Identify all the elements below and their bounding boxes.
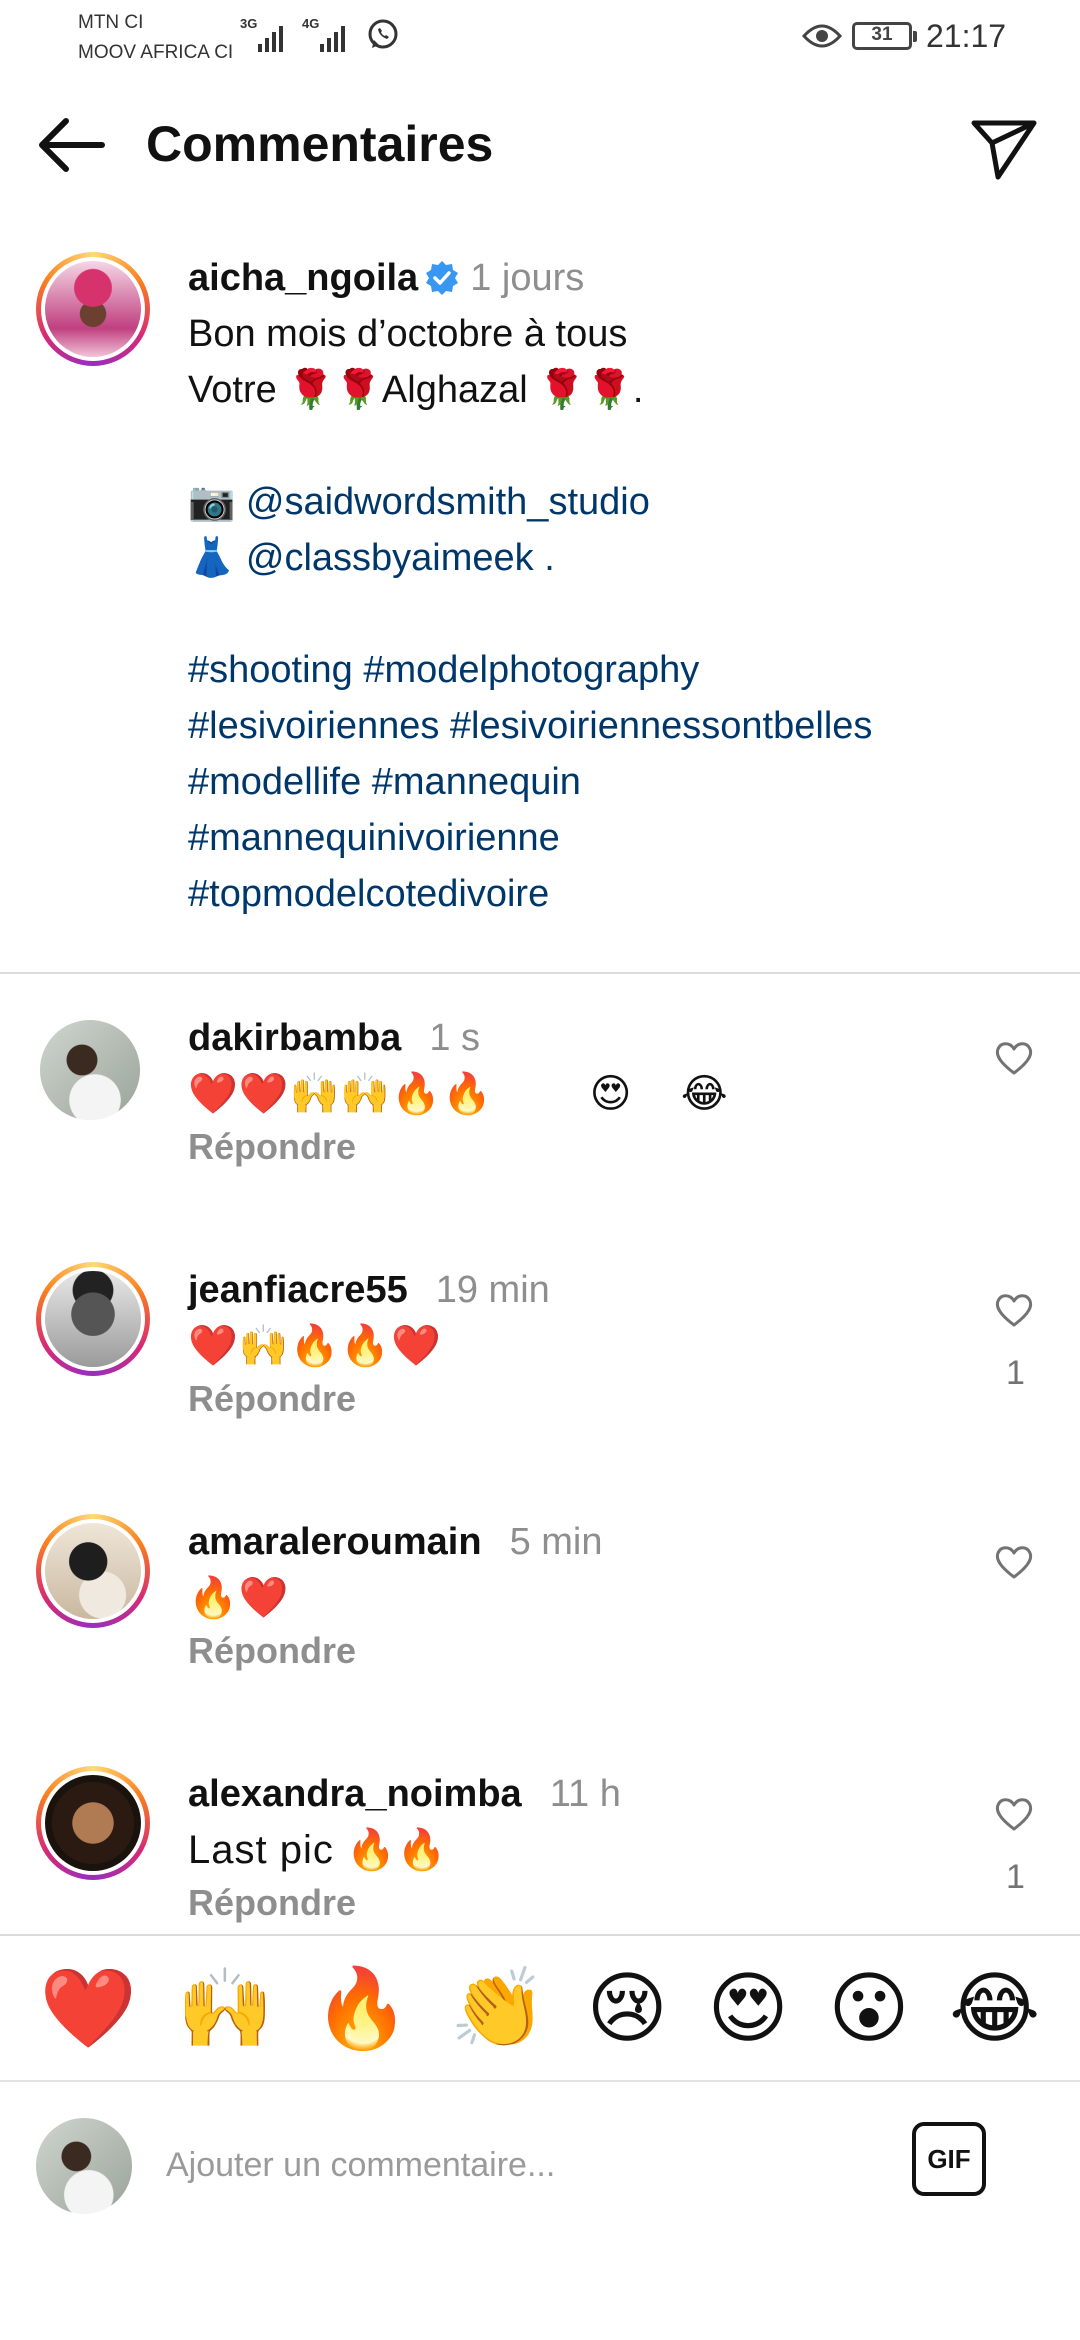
whatsapp-icon [368,19,398,49]
reaction-heart[interactable]: ❤️ [40,1963,137,2053]
comment-item: dakirbamba 1 s ❤️❤️🙌🙌🔥🔥 😍 😂 Répondre [0,1010,1080,1240]
heart-icon[interactable] [994,1292,1034,1328]
reply-button[interactable]: Répondre [188,1378,356,1420]
avatar[interactable] [36,1262,150,1376]
header: Commentaires [0,95,1080,195]
reaction-laughing[interactable]: 😂 [949,1963,1040,2053]
comment-time: 5 min [509,1521,603,1563]
avatar [36,2118,132,2214]
heart-icon[interactable] [994,1040,1034,1076]
comment-input[interactable] [166,2130,866,2200]
verified-badge-icon [426,261,459,295]
caption-hashtags[interactable]: #mannequinivoirienne [188,810,1048,866]
avatar[interactable] [40,1020,140,1120]
caption-hashtags[interactable]: #topmodelcotedivoire [188,866,1048,922]
reaction-heart-eyes[interactable]: 😍 [707,1963,788,2053]
comment-username[interactable]: dakirbamba [188,1017,401,1059]
divider [0,972,1080,974]
caption-username[interactable]: aicha_ngoila [188,257,418,299]
like-count: 1 [1006,1354,1025,1392]
reply-button[interactable]: Répondre [188,1882,356,1924]
carrier-1: MTN CI [78,12,144,33]
comment-item: amaraleroumain 5 min 🔥❤️ Répondre [0,1514,1080,1744]
post-caption: aicha_ngoila 1 jours Bon mois d’octobre … [188,250,1048,922]
carrier-info: MTN CI MOOV AFRICA CI [78,8,233,68]
reaction-raised-hands[interactable]: 🙌 [176,1963,273,2053]
caption-line: Votre 🌹🌹Alghazal 🌹🌹. [188,369,644,411]
comment-text: 🔥❤️ [188,1576,290,1620]
reaction-fire[interactable]: 🔥 [313,1963,410,2053]
comment-username[interactable]: amaraleroumain [188,1521,482,1563]
comment-time: 11 h [549,1773,621,1815]
status-bar: MTN CI MOOV AFRICA CI 3G 4G 31 21:17 [0,0,1080,80]
comment-username[interactable]: jeanfiacre55 [188,1269,408,1311]
like-count: 1 [1006,1858,1025,1896]
caption-mention[interactable]: 👗 @classbyaimeek . [188,530,1048,586]
reaction-surprised[interactable]: 😮 [828,1963,909,2053]
battery-icon: 31 [852,22,917,50]
arrow-left-icon[interactable] [36,115,108,175]
clock: 21:17 [926,18,1007,54]
caption-hashtags[interactable]: #shooting #modelphotography [188,642,1048,698]
comment-text: Last pic 🔥🔥 [188,1828,448,1872]
caption-mention[interactable]: 📷 @saidwordsmith_studio [188,474,1048,530]
eye-icon [802,24,842,48]
caption-time: 1 jours [470,257,585,299]
reply-button[interactable]: Répondre [188,1126,356,1168]
avatar[interactable] [36,252,150,366]
reply-button[interactable]: Répondre [188,1630,356,1672]
reaction-clap[interactable]: 👏 [450,1963,547,2053]
caption-line: Bon mois d’octobre à tous [188,313,628,355]
quick-reactions: ❤️ 🙌 🔥 👏 😢 😍 😮 😂 [0,1936,1080,2080]
comment-item: jeanfiacre55 19 min ❤️🙌🔥🔥❤️ Répondre 1 [0,1262,1080,1492]
avatar[interactable] [36,1514,150,1628]
page-title: Commentaires [146,116,494,172]
composer: GIF [0,2082,1080,2242]
carrier-2: MOOV AFRICA CI [78,42,234,63]
comment-username[interactable]: alexandra_noimba [188,1773,522,1815]
comment-time: 19 min [435,1269,550,1311]
comment-time: 1 s [429,1017,481,1059]
heart-icon[interactable] [994,1544,1034,1580]
comment-composer-panel: ❤️ 🙌 🔥 👏 😢 😍 😮 😂 GIF [0,1934,1080,2340]
caption-hashtags[interactable]: #lesivoiriennes #lesivoiriennessontbelle… [188,698,1048,754]
comment-text: ❤️❤️🙌🙌🔥🔥 😍 😂 [188,1072,729,1116]
battery-level: 31 [871,24,893,45]
gif-button[interactable]: GIF [912,2122,986,2196]
paper-plane-icon[interactable] [968,111,1040,183]
comment-text: ❤️🙌🔥🔥❤️ [188,1324,443,1368]
avatar[interactable] [36,1766,150,1880]
heart-icon[interactable] [994,1796,1034,1832]
caption-hashtags[interactable]: #modellife #mannequin [188,754,1048,810]
reaction-crying[interactable]: 😢 [586,1963,667,2053]
